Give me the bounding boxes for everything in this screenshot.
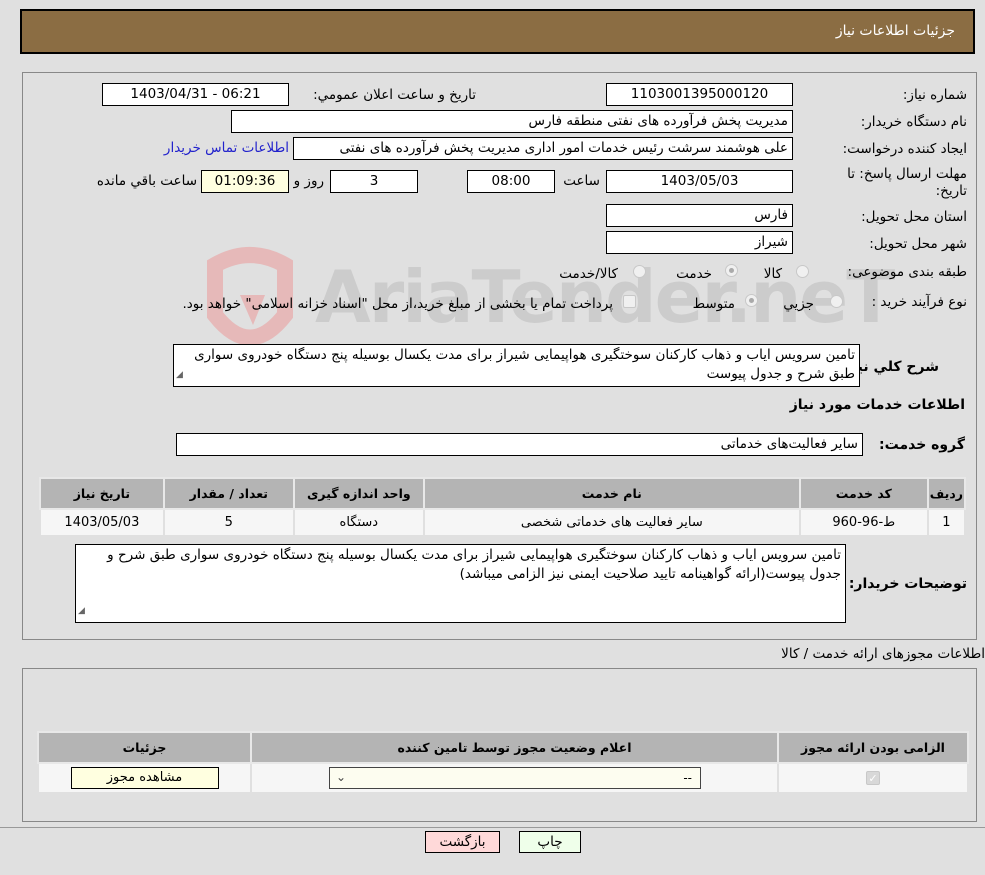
buyer-notes-text: تامین سرویس ایاب و ذهاب کارکنان سوختگیری… [107,547,841,582]
process-label: نوع فرآیند خرید : [871,294,967,310]
col-quantity: تعداد / مقدار [162,477,295,510]
buyer-org-field: مدیریت پخش فرآورده های نفتی منطقه فارس [231,110,793,133]
cell-row: 1 [926,508,967,537]
back-button[interactable]: بازگشت [425,831,500,853]
category-radio-goods[interactable] [796,265,809,278]
treasury-checkbox[interactable] [623,295,636,308]
province-label: استان محل تحویل: [861,209,967,225]
buyer-org-label: نام دستگاه خریدار: [860,114,967,130]
process-radio-medium[interactable] [745,294,758,307]
creator-label: ایجاد کننده درخواست: [842,141,967,157]
services-table-header: ردیف کد خدمت نام خدمت واحد اندازه گیری ت… [39,477,967,510]
need-number-field: 1103001395000120 [606,83,793,106]
permits-title: اطلاعات مجوزهای ارائه خدمت / کالا [781,646,985,662]
process-radio-minor[interactable] [830,295,843,308]
remaining-label: ساعت باقي مانده [96,173,197,189]
category-radio-goods-service[interactable] [633,265,646,278]
remaining-time-field: 01:09:36 [201,170,289,193]
page-header [20,9,975,54]
col-permit-details: جزئیات [37,731,252,764]
cell-permit-required: ✓ [777,762,969,794]
services-table: ردیف کد خدمت نام خدمت واحد اندازه گیری ت… [39,477,967,537]
category-option-goods-service: کالا/خدمت [559,266,618,282]
process-option-minor: جزيي [783,296,814,312]
service-group-field: سایر فعالیت‌های خدماتی [176,433,863,456]
cell-service-code: ط-96-960 [798,508,929,537]
cell-unit: دستگاه [292,508,425,537]
province-field: فارس [606,204,793,227]
days-label: روز و [293,173,324,189]
permit-status-select[interactable]: -- ⌄ [329,767,701,789]
category-option-goods: کالا [763,266,782,282]
buyer-contact-link[interactable]: اطلاعات تماس خریدار [164,140,289,156]
cell-permit-details: مشاهده مجوز [37,762,252,794]
permits-table: الزامی بودن ارائه مجوز اعلام وضعیت مجوز … [37,731,969,794]
cell-service-name: سایر فعالیت های خدماتی شخصی [422,508,801,537]
buyer-notes-label: توضیحات خریدار: [848,576,967,592]
time-label: ساعت [563,173,600,189]
col-permit-status: اعلام وضعیت مجوز توسط تامین کننده [250,731,779,764]
table-row: 1 ط-96-960 سایر فعالیت های خدماتی شخصی د… [39,508,967,537]
service-group-label: گروه خدمت: [879,437,965,453]
need-number-label: شماره نیاز: [902,87,967,103]
days-field: 3 [330,170,418,193]
buyer-notes-textarea[interactable]: تامین سرویس ایاب و ذهاب کارکنان سوختگیری… [75,544,846,623]
view-permit-button[interactable]: مشاهده مجوز [70,767,219,789]
table-row: ✓ -- ⌄ مشاهده مجوز [37,762,969,794]
permits-table-header: الزامی بودن ارائه مجوز اعلام وضعیت مجوز … [37,731,969,764]
treasury-note: پرداخت تمام یا بخشی از مبلغ خرید،از محل … [182,296,613,312]
category-radio-service[interactable] [725,264,738,277]
resize-grip-icon[interactable]: ◢ [176,366,183,385]
announce-label: تاریخ و ساعت اعلان عمومي: [313,87,476,103]
deadline-label: مهلت ارسال پاسخ: تا [847,166,967,182]
cell-permit-status: -- ⌄ [250,762,779,794]
footer-divider [0,827,985,828]
category-label: طبقه بندی موضوعی: [847,264,967,280]
col-need-date: تاریخ نیاز [39,477,165,510]
category-option-service: خدمت [676,266,712,282]
deadline-label-2: تاریخ: [935,183,967,199]
chevron-down-icon: ⌄ [336,770,347,784]
deadline-time-field: 08:00 [467,170,555,193]
col-unit: واحد اندازه گیری [292,477,425,510]
col-permit-required: الزامی بودن ارائه مجوز [777,731,969,764]
cell-quantity: 5 [162,508,295,537]
col-service-code: کد خدمت [798,477,929,510]
city-label: شهر محل تحویل: [869,236,967,252]
services-heading: اطلاعات خدمات مورد نیاز [789,397,965,413]
announce-field: 1403/04/31 - 06:21 [102,83,289,106]
print-button[interactable]: چاپ [519,831,581,853]
col-row: ردیف [926,477,967,510]
page-title: جزئیات اطلاعات نیاز [835,23,955,39]
deadline-date-field: 1403/05/03 [606,170,793,193]
cell-need-date: 1403/05/03 [39,508,165,537]
permit-required-checkbox[interactable]: ✓ [866,770,880,785]
col-service-name: نام خدمت [422,477,801,510]
description-text: تامین سرویس ایاب و ذهاب کارکنان سوختگیری… [194,347,855,382]
creator-field: علی هوشمند سرشت رئیس خدمات امور اداری مد… [293,137,793,160]
resize-grip-icon[interactable]: ◢ [78,602,85,621]
description-textarea[interactable]: تامین سرویس ایاب و ذهاب کارکنان سوختگیری… [173,344,860,387]
city-field: شیراز [606,231,793,254]
permit-status-value: -- [683,771,692,785]
process-option-medium: متوسط [692,296,735,312]
